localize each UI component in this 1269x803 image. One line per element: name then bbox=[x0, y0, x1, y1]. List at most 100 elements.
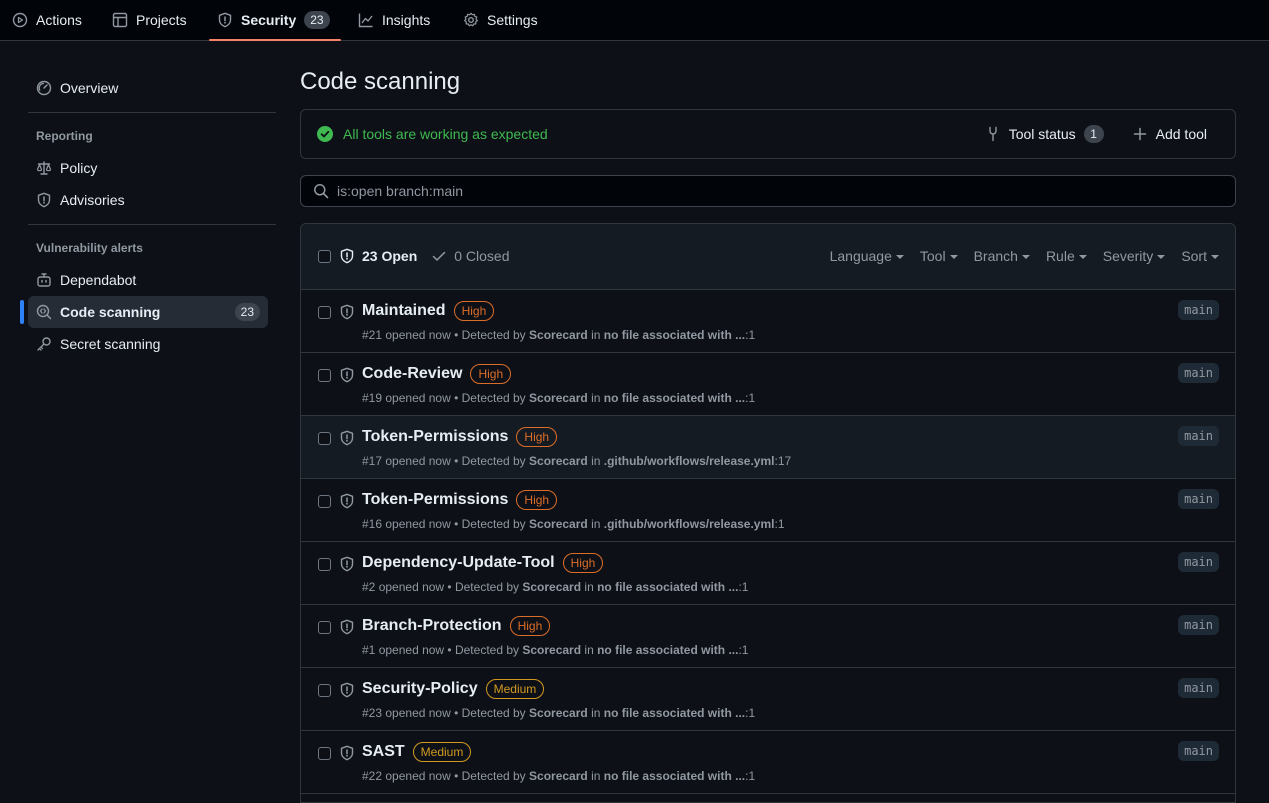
alert-checkbox[interactable] bbox=[318, 747, 331, 760]
alerts-list-header: 23 Open 0 Closed Language Tool Branch Ru… bbox=[301, 224, 1235, 290]
tab-projects[interactable]: Projects bbox=[104, 0, 195, 40]
tools-icon bbox=[985, 126, 1001, 142]
sidebar-divider bbox=[28, 112, 276, 113]
alert-title-link[interactable]: SAST bbox=[362, 743, 405, 761]
sidebar-item-label: Code scanning bbox=[60, 304, 161, 320]
branch-label: main bbox=[1178, 426, 1219, 446]
filter-label: Severity bbox=[1102, 248, 1154, 264]
branch-label: main bbox=[1178, 552, 1219, 572]
shield-icon bbox=[339, 745, 355, 761]
sidebar-item-label: Dependabot bbox=[60, 272, 137, 288]
tool-status-button[interactable]: Tool status 1 bbox=[973, 119, 1116, 149]
alert-row: SAST Medium #22 opened now • Detected by … bbox=[301, 731, 1235, 794]
language-filter[interactable]: Language bbox=[830, 248, 904, 264]
filter-label: Rule bbox=[1045, 248, 1075, 264]
shield-icon bbox=[339, 619, 355, 635]
filter-label: Sort bbox=[1181, 248, 1207, 264]
shield-icon bbox=[339, 682, 355, 698]
tab-label: Settings bbox=[487, 12, 538, 28]
shield-icon bbox=[339, 493, 355, 509]
closed-count-label: 0 Closed bbox=[454, 248, 510, 264]
alert-title-link[interactable]: Code-Review bbox=[362, 365, 462, 383]
sidebar-item-overview[interactable]: Overview bbox=[28, 72, 268, 104]
open-count-label: 23 Open bbox=[362, 248, 418, 264]
check-icon bbox=[431, 248, 447, 264]
alert-title-link[interactable]: Maintained bbox=[362, 302, 446, 320]
tab-actions[interactable]: Actions bbox=[4, 0, 90, 40]
tab-insights[interactable]: Insights bbox=[350, 0, 438, 40]
tool-filter[interactable]: Tool bbox=[920, 248, 958, 264]
alert-row: Security-Policy Medium #23 opened now • D… bbox=[301, 668, 1235, 731]
select-all-checkbox[interactable] bbox=[318, 250, 331, 263]
sidebar-item-label: Secret scanning bbox=[60, 336, 161, 352]
rule-filter[interactable]: Rule bbox=[1046, 248, 1087, 264]
severity-badge: High bbox=[453, 301, 495, 321]
severity-filter[interactable]: Severity bbox=[1103, 248, 1166, 264]
open-filter[interactable]: 23 Open bbox=[339, 248, 417, 264]
severity-badge: High bbox=[516, 490, 558, 510]
search-input[interactable] bbox=[337, 183, 1223, 199]
alert-checkbox[interactable] bbox=[318, 684, 331, 697]
sidebar-item-code-scanning[interactable]: Code scanning 23 bbox=[20, 296, 268, 328]
severity-badge: High bbox=[562, 553, 604, 573]
alert-row: Code-Review High #19 opened now • Detecte… bbox=[301, 353, 1235, 416]
closed-filter[interactable]: 0 Closed bbox=[431, 248, 510, 264]
tools-status: All tools are working as expected bbox=[317, 126, 548, 142]
tool-status-box: All tools are working as expected Tool s… bbox=[300, 109, 1236, 159]
alert-row: Token-Permissions High #16 opened now • D… bbox=[301, 479, 1235, 542]
plus-icon bbox=[1132, 126, 1148, 142]
branch-label: main bbox=[1178, 363, 1219, 383]
status-text: All tools are working as expected bbox=[343, 126, 548, 142]
filter-label: Branch bbox=[973, 248, 1018, 264]
sidebar-heading-vulnerability: Vulnerability alerts bbox=[36, 241, 143, 255]
sidebar-item-advisories[interactable]: Advisories bbox=[28, 184, 268, 216]
alert-checkbox[interactable] bbox=[318, 432, 331, 445]
severity-badge: High bbox=[516, 427, 558, 447]
repo-nav: Actions Projects Security 23 Insights Se… bbox=[0, 0, 1269, 41]
shield-icon bbox=[217, 12, 233, 28]
alert-title-link[interactable]: Token-Permissions bbox=[362, 428, 508, 446]
sort-filter[interactable]: Sort bbox=[1181, 248, 1219, 264]
alert-checkbox[interactable] bbox=[318, 495, 331, 508]
alert-meta: #22 opened now • Detected by Scorecard i… bbox=[362, 769, 756, 783]
gear-icon bbox=[463, 12, 479, 28]
alert-checkbox[interactable] bbox=[318, 306, 331, 319]
caret-down-icon bbox=[1078, 255, 1087, 259]
filter-bar: Language Tool Branch Rule Severity Sort bbox=[830, 248, 1219, 264]
branch-label: main bbox=[1178, 741, 1219, 761]
add-tool-button[interactable]: Add tool bbox=[1120, 119, 1219, 149]
shield-icon bbox=[339, 304, 355, 320]
alert-meta: #2 opened now • Detected by Scorecard in… bbox=[362, 580, 749, 594]
key-icon bbox=[36, 336, 52, 352]
security-count-badge: 23 bbox=[304, 11, 330, 29]
alert-meta: #17 opened now • Detected by Scorecard i… bbox=[362, 454, 792, 468]
alert-meta: #1 opened now • Detected by Scorecard in… bbox=[362, 643, 749, 657]
alert-title-link[interactable]: Security-Policy bbox=[362, 680, 478, 698]
tab-label: Security bbox=[241, 12, 297, 28]
severity-badge: Medium bbox=[485, 679, 545, 699]
alerts-list: 23 Open 0 Closed Language Tool Branch Ru… bbox=[300, 223, 1236, 803]
severity-badge: High bbox=[470, 364, 512, 384]
meter-icon bbox=[36, 80, 52, 96]
alert-checkbox[interactable] bbox=[318, 558, 331, 571]
branch-label: main bbox=[1178, 300, 1219, 320]
sidebar-item-secret-scanning[interactable]: Secret scanning bbox=[28, 328, 268, 360]
branch-filter[interactable]: Branch bbox=[974, 248, 1030, 264]
alert-checkbox[interactable] bbox=[318, 369, 331, 382]
alert-title-link[interactable]: Token-Permissions bbox=[362, 491, 508, 509]
sidebar-divider bbox=[28, 224, 276, 225]
sidebar-item-dependabot[interactable]: Dependabot bbox=[28, 264, 268, 296]
tool-status-label: Tool status bbox=[1008, 126, 1076, 142]
shield-icon bbox=[339, 430, 355, 446]
tab-security[interactable]: Security 23 bbox=[209, 0, 341, 41]
alerts-search bbox=[300, 175, 1236, 207]
tab-label: Projects bbox=[136, 12, 187, 28]
tool-status-count: 1 bbox=[1083, 125, 1104, 143]
alert-checkbox[interactable] bbox=[318, 621, 331, 634]
law-icon bbox=[36, 160, 52, 176]
alert-title-link[interactable]: Branch-Protection bbox=[362, 617, 502, 635]
tab-settings[interactable]: Settings bbox=[455, 0, 546, 40]
graph-icon bbox=[358, 12, 374, 28]
sidebar-item-policy[interactable]: Policy bbox=[28, 152, 268, 184]
alert-title-link[interactable]: Dependency-Update-Tool bbox=[362, 554, 555, 572]
